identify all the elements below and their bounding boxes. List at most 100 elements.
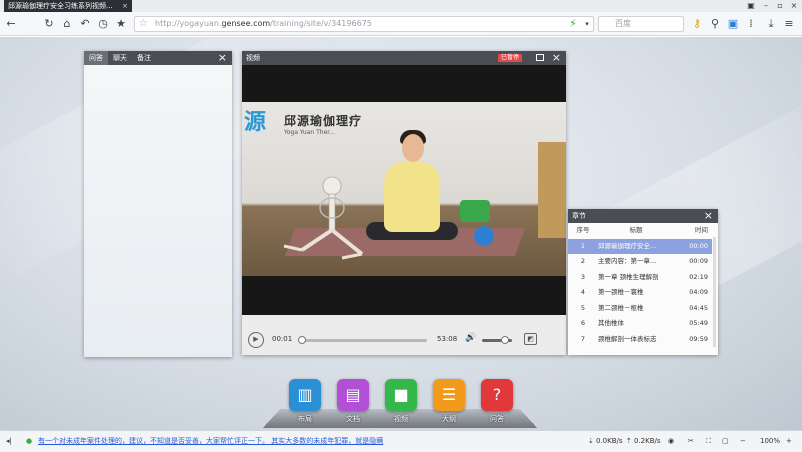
row-num: 6 (580, 319, 586, 327)
url-prefix: http://yogayuan. (155, 19, 222, 28)
row-time: 04:09 (689, 288, 708, 296)
url-path: /training/site/v/34196675 (270, 19, 372, 28)
dock-document-button[interactable]: ▤ 文档 (336, 379, 370, 424)
browser-tab[interactable]: 邱源瑜伽理疗安全习练系列视频... × (4, 0, 132, 12)
screenshot-icon[interactable]: ✂ (688, 431, 694, 451)
play-icon[interactable]: ▶ (248, 332, 264, 348)
row-time: 05:49 (689, 319, 708, 327)
table-row[interactable]: 1 邱源瑜伽理疗安全... 00:00 (568, 238, 712, 254)
zoom-out-icon[interactable]: − (740, 431, 746, 451)
translate-icon[interactable]: ▣ (726, 17, 740, 31)
row-num: 2 (580, 257, 586, 265)
address-dropdown-icon[interactable]: ▾ (580, 17, 594, 31)
video-camera-icon: ■ (385, 379, 417, 411)
table-row[interactable]: 5 第二颈椎－枢椎 04:45 (568, 301, 712, 317)
tab-chat[interactable]: 聊天 (108, 51, 132, 65)
column-header-time: 时间 (695, 226, 708, 234)
upload-speed-icon: ⇡ (626, 437, 632, 445)
table-row[interactable]: 4 第一颈椎－寰椎 04:09 (568, 285, 712, 301)
table-row[interactable]: 2 主要内容：第一章... 00:09 (568, 254, 712, 270)
video-panel: 视频 已暂停 × 源 邱源瑜伽理疗 Yoga Yuan Ther... ▶ 00… (242, 51, 566, 355)
sidebar-toggle-icon[interactable]: ◂| (6, 431, 12, 451)
skin-icon[interactable]: ▣ (744, 0, 758, 12)
picture-icon[interactable]: ◩ (524, 333, 537, 345)
favorite-star-icon[interactable]: ★ (114, 17, 128, 31)
chapters-table: 序号 标题 时间 1 邱源瑜伽理疗安全... 00:00 2 主要内容：第一章.… (568, 223, 712, 347)
table-row[interactable]: 3 第一章 颈椎生理解剖 02:19 (568, 270, 712, 286)
history-icon[interactable]: ◷ (96, 17, 110, 31)
close-icon[interactable]: × (704, 209, 713, 223)
row-title: 邱源瑜伽理疗安全... (598, 241, 657, 250)
row-title: 颈椎解剖一体表标志 (598, 334, 657, 343)
dock-layout-button[interactable]: ▥ 布局 (288, 379, 322, 424)
table-row[interactable]: 7 颈椎解剖一体表标志 09:59 (568, 332, 712, 348)
dock-outline-button[interactable]: ☰ 大纲 (432, 379, 466, 424)
zoom-in-icon[interactable]: + (786, 431, 792, 451)
download-speed-icon: ⇣ (588, 437, 594, 445)
zoom-level[interactable]: 100% (760, 431, 780, 451)
row-num: 7 (580, 334, 586, 343)
window-icon[interactable]: ▢ (722, 431, 729, 451)
maximize-icon[interactable]: ▫ (773, 0, 787, 12)
row-num: 1 (580, 241, 586, 250)
extension-icon[interactable]: ⁞ (744, 17, 758, 31)
foam-roller (460, 200, 490, 222)
search-input[interactable]: 百度 (598, 16, 684, 32)
search-placeholder: 百度 (615, 19, 631, 28)
chapters-header: 章节 × (568, 209, 718, 223)
brand-logo-mark: 源 (244, 109, 267, 135)
address-bar[interactable]: ☆ http://yogayuan.gensee.com/training/si… (134, 16, 594, 32)
tab-notes[interactable]: 备注 (132, 51, 156, 65)
close-icon[interactable]: × (218, 51, 227, 65)
close-window-icon[interactable]: × (787, 0, 801, 12)
home-icon[interactable]: ⌂ (60, 17, 74, 31)
instructor-head (402, 134, 424, 162)
news-ticker-link[interactable]: 有一个对未成年案件处理的，建议，不知道是否妥善，大家帮忙评正一下。 其实大多数的… (38, 431, 383, 451)
table-header: 序号 标题 时间 (568, 223, 712, 239)
download-icon[interactable]: ⤓ (764, 17, 778, 31)
tab-qa[interactable]: 问答 (84, 51, 108, 65)
layout-icon: ▥ (289, 379, 321, 411)
brand-logo-subtitle: Yoga Yuan Ther... (284, 129, 335, 136)
qa-chat-panel: 问答 聊天 备注 × (84, 51, 232, 357)
minimize-icon[interactable]: – (759, 0, 773, 12)
chapters-title: 章节 (572, 212, 586, 220)
skeleton-model (283, 176, 364, 260)
accelerator-icon[interactable]: ◉ (668, 431, 674, 451)
training-room: 问答 聊天 备注 × 视频 已暂停 × 源 邱源瑜伽理疗 Yoga Yuan The… (0, 37, 802, 430)
refresh-icon[interactable]: ↻ (42, 17, 56, 31)
video-frame: 源 邱源瑜伽理疗 Yoga Yuan Ther... (242, 102, 566, 276)
close-icon[interactable]: × (552, 51, 561, 65)
current-time: 00:01 (272, 335, 293, 343)
chapters-panel: 章节 × 序号 标题 时间 1 邱源瑜伽理疗安全... 00:00 2 主要内容… (568, 209, 718, 355)
tab-close-icon[interactable]: × (122, 0, 128, 12)
progress-handle[interactable] (298, 336, 307, 344)
row-num: 3 (580, 272, 586, 281)
maximize-icon[interactable] (536, 54, 544, 61)
fullscreen-icon[interactable]: ⛶ (706, 431, 711, 451)
instructor (384, 162, 440, 232)
undo-icon[interactable]: ↶ (78, 17, 92, 31)
progress-track[interactable] (302, 339, 427, 342)
key-icon[interactable]: ⚷ (690, 17, 704, 31)
search-icon[interactable]: ⚲ (708, 17, 722, 31)
bookmark-star-icon[interactable]: ☆ (139, 17, 148, 31)
row-num: 5 (580, 303, 586, 312)
video-screen[interactable]: 源 邱源瑜伽理疗 Yoga Yuan Ther... (242, 65, 566, 315)
table-row[interactable]: 6 其他椎体 05:49 (568, 316, 712, 332)
row-title: 其他椎体 (598, 319, 624, 327)
dock-label: 文档 (346, 415, 360, 423)
menu-icon[interactable]: ≡ (782, 17, 796, 31)
back-icon[interactable]: ← (4, 17, 18, 31)
chapters-scrollbar[interactable] (713, 237, 716, 347)
dock-video-button[interactable]: ■ 视频 (384, 379, 418, 424)
speed-mode-icon[interactable]: ⚡ (566, 17, 580, 31)
status-bar: ◂| ● 有一个对未成年案件处理的，建议，不知道是否妥善，大家帮忙评正一下。 其… (0, 430, 802, 452)
dock-qa-button[interactable]: ? 问答 (480, 379, 514, 424)
row-title: 主要内容：第一章... (598, 257, 657, 265)
volume-icon[interactable]: 🔊 (465, 333, 476, 343)
exercise-ball (474, 226, 494, 246)
dock-label: 布局 (298, 415, 312, 423)
shelf (538, 142, 566, 238)
volume-handle[interactable] (500, 336, 509, 344)
